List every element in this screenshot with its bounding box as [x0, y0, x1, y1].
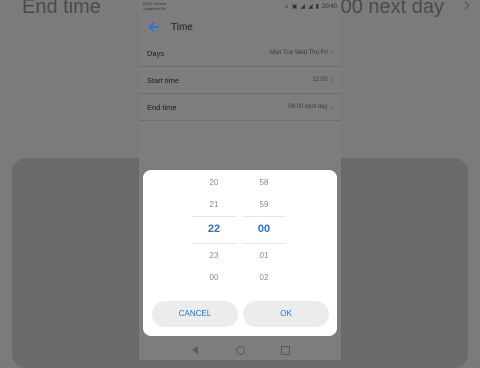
carrier-info: EDIC Hourse Vodafone IN	[143, 1, 167, 11]
hour-option[interactable]: 21	[194, 200, 234, 209]
nav-recent-apps-icon[interactable]	[281, 346, 290, 355]
chevron-right-icon: ›	[330, 103, 333, 111]
back-arrow-icon[interactable]	[147, 20, 161, 34]
setting-label: Start time	[147, 75, 180, 85]
minute-selected[interactable]: 00	[244, 223, 284, 235]
background-chevron-icon: ›	[463, 0, 470, 16]
nav-back-icon[interactable]	[192, 346, 198, 354]
battery-icon: ▮	[315, 4, 319, 10]
minute-bottom-divider	[242, 243, 286, 244]
setting-label: Days	[147, 48, 165, 58]
background-value: 00 next day	[340, 0, 444, 18]
setting-value: Mon Tue Wed Thu Fri	[269, 50, 328, 56]
navigation-bar	[139, 340, 341, 360]
cancel-button[interactable]: CANCEL	[152, 301, 238, 327]
headset-icon: ♫	[284, 3, 289, 10]
hour-selected[interactable]: 22	[194, 223, 234, 235]
time-picker-dialog: 20 21 22 23 00 58 59 00 01 02 CANCEL OK	[143, 170, 337, 336]
background-title: End time	[22, 0, 101, 18]
signal-icon-2: ◢	[308, 4, 313, 10]
status-icons: ♫ ▣ ◢ ◢ ▮ 20:40	[284, 3, 337, 11]
minute-option[interactable]: 59	[244, 200, 284, 209]
ok-button[interactable]: OK	[243, 301, 329, 327]
page-title: Time	[171, 21, 193, 33]
setting-label: End time	[147, 102, 177, 112]
nfc-icon: ▣	[291, 4, 298, 10]
minute-option[interactable]: 01	[244, 251, 284, 260]
chevron-right-icon: ›	[330, 76, 333, 84]
carrier-line-2: Vodafone IN	[143, 6, 166, 11]
setting-row-days[interactable]: Days Mon Tue Wed Thu Fri ›	[139, 40, 341, 67]
clock-time: 20:40	[321, 3, 337, 10]
status-bar: EDIC Hourse Vodafone IN ♫ ▣ ◢ ◢ ▮ 20:40	[139, 0, 341, 14]
minute-option[interactable]: 02	[244, 273, 284, 282]
chevron-right-icon: ›	[330, 49, 333, 57]
nav-home-icon[interactable]	[236, 346, 245, 355]
settings-list: Days Mon Tue Wed Thu Fri › Start time 22…	[139, 40, 341, 121]
setting-value: 22:00	[312, 77, 328, 83]
minute-option[interactable]: 58	[244, 178, 284, 187]
setting-value: 06:00 next day	[288, 104, 328, 110]
hour-option[interactable]: 23	[194, 251, 234, 260]
hour-top-divider	[192, 216, 236, 217]
setting-row-start-time[interactable]: Start time 22:00 ›	[139, 67, 341, 94]
app-bar: Time	[139, 14, 341, 40]
hour-bottom-divider	[192, 243, 236, 244]
hour-option[interactable]: 00	[194, 273, 234, 282]
signal-icon: ◢	[300, 4, 306, 10]
minute-top-divider	[242, 216, 286, 217]
setting-row-end-time[interactable]: End time 06:00 next day ›	[139, 94, 341, 121]
hour-option[interactable]: 20	[194, 178, 234, 187]
